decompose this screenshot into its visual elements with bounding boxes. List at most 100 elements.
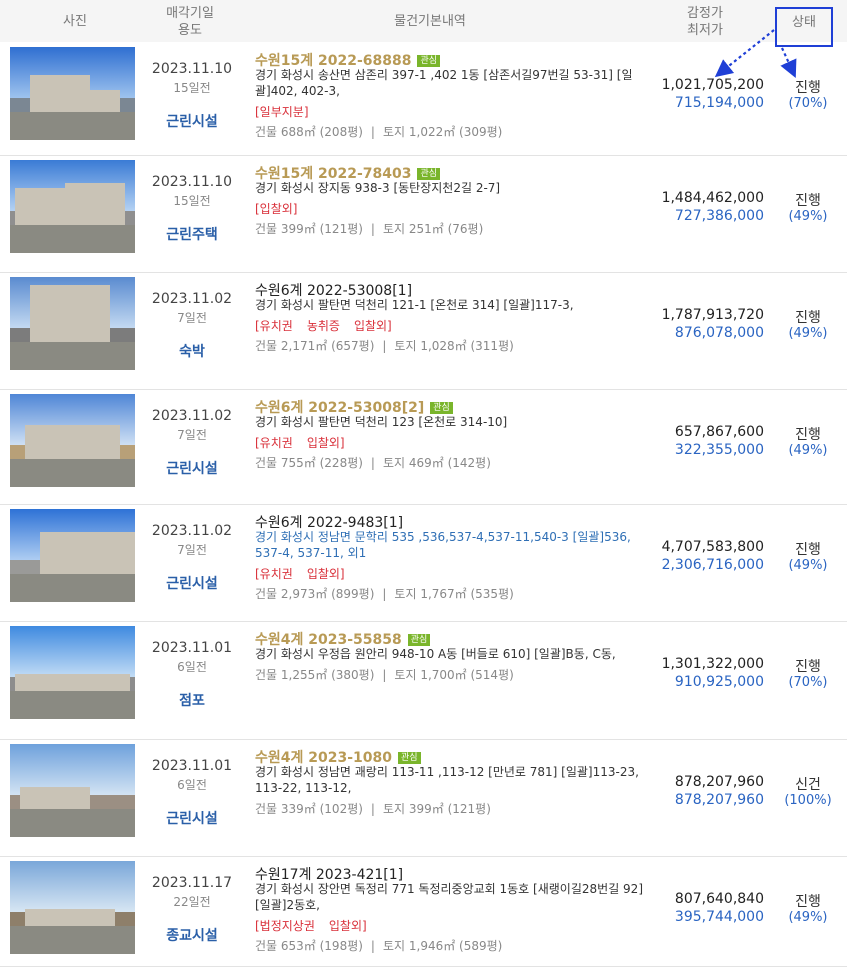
auction-date: 2023.11.02 [151,291,233,307]
land-area: 토지 1,946㎡ (589평) [382,939,503,953]
appraisal-price: 657,867,600 [674,424,764,440]
days-ago: 22일전 [173,895,211,909]
minimum-bid: 878,207,960 [674,792,764,808]
special-conditions: [유치권 입찰외] [255,565,359,582]
land-area: 토지 399㎡ (121평) [382,802,491,816]
table-row[interactable]: 2023.11.02 7일전 근린시설 수원6계 2022-9483[1] 경기… [0,505,847,622]
building-area: 건물 1,255㎡ (380평) [255,668,375,682]
table-row[interactable]: 2023.11.02 7일전 근린시설 수원6계 2022-53008[2] 관심… [0,390,847,505]
property-address: 경기 화성시 팔탄면 덕천리 123 [온천로 314-10] [255,415,508,429]
status-text: 진행 [795,542,821,558]
area-info: 건물 339㎡ (102평) | 토지 399㎡ (121평) [255,802,491,816]
bid-rate: (70%) [788,96,828,111]
bid-rate: (49%) [788,558,828,573]
flag-text: [법정지상권 [255,919,315,933]
interest-badge[interactable]: 관심 [430,402,453,414]
property-address: 경기 화성시 우정읍 원안리 948-10 A동 [버들로 610] [일괄]B… [255,647,616,661]
special-conditions: [유치권 농취증 입찰외] [255,317,406,334]
minimum-bid: 910,925,000 [674,674,764,690]
bid-rate: (100%) [784,793,832,808]
area-info: 건물 1,255㎡ (380평) | 토지 1,700㎡ (514평) [255,668,514,682]
special-conditions: [법정지상권 입찰외] [255,917,381,934]
minimum-bid: 2,306,716,000 [661,557,764,573]
flag-text: 입찰외] [306,567,345,581]
header-appraisal: 감정가 [687,6,723,21]
days-ago: 7일전 [177,311,207,325]
usage-type: 근린시설 [166,114,218,130]
interest-badge[interactable]: 관심 [398,752,421,764]
status-text: 진행 [795,427,821,443]
bid-rate: (49%) [788,326,828,341]
property-address: 경기 화성시 팔탄면 덕천리 121-1 [온천로 314] [일괄]117-3… [255,298,574,312]
table-row[interactable]: 2023.11.10 15일전 근린주택 수원15계 2022-78403 관심 … [0,156,847,273]
auction-date: 2023.11.17 [151,875,233,891]
interest-badge[interactable]: 관심 [417,55,441,67]
appraisal-price: 1,301,322,000 [661,656,764,672]
appraisal-price: 1,484,462,000 [661,190,764,206]
auction-date: 2023.11.01 [151,758,233,774]
building-area: 건물 755㎡ (228평) [255,456,363,470]
property-address: 경기 화성시 정남면 괘랑리 113-11 ,113-12 [만년로 781] … [255,765,639,795]
minimum-bid: 322,355,000 [674,442,764,458]
header-minbid: 최저가 [687,23,723,38]
usage-type: 종교시설 [166,928,218,944]
land-area: 토지 1,700㎡ (514평) [394,668,514,682]
days-ago: 15일전 [173,81,211,95]
property-address: 경기 화성시 송산면 삼존리 397-1 ,402 1동 [삼존서길97번길 5… [255,68,633,98]
building-area: 건물 688㎡ (208평) [255,125,363,139]
days-ago: 15일전 [173,194,211,208]
header-photo: 사진 [63,14,87,29]
flag-text: 입찰외] [353,319,392,333]
status-text: 신건 [795,777,821,793]
status-text: 진행 [795,193,821,209]
minimum-bid: 876,078,000 [674,325,764,341]
auction-date: 2023.11.02 [151,523,233,539]
flag-text: [유치권 [255,319,293,333]
days-ago: 6일전 [177,660,207,674]
auction-date: 2023.11.01 [151,640,233,656]
bid-rate: (49%) [788,209,828,224]
bid-rate: (49%) [788,910,828,925]
property-photo[interactable] [10,626,135,719]
special-conditions: [일부지분] [255,103,323,120]
usage-type: 근린시설 [166,811,218,827]
status-text: 진행 [795,80,821,96]
table-row[interactable]: 2023.11.01 6일전 점포 수원4계 2023-55858 관심 경기 화… [0,622,847,740]
property-photo[interactable] [10,47,135,140]
flag-text: [유치권 [255,567,293,581]
usage-type: 점포 [179,693,205,709]
land-area: 토지 1,767㎡ (535평) [394,587,514,601]
interest-badge[interactable]: 관심 [417,168,441,180]
table-row[interactable]: 2023.11.17 22일전 종교시설 수원17계 2023-421[1] 경… [0,857,847,967]
header-status: 상태 [792,15,816,30]
interest-badge[interactable]: 관심 [407,634,431,646]
usage-type: 근린시설 [166,576,218,592]
auction-date: 2023.11.02 [151,408,233,424]
status-text: 진행 [795,659,821,675]
header-status-highlight[interactable]: 상태 [775,7,833,47]
property-photo[interactable] [10,394,135,487]
property-address: 경기 화성시 장안면 독정리 771 독정리중앙교회 1동호 [새랭이길28번길… [255,882,643,912]
table-row[interactable]: 2023.11.02 7일전 숙박 수원6계 2022-53008[1] 경기 … [0,273,847,390]
property-photo[interactable] [10,509,135,602]
special-conditions: [유치권 입찰외] [255,434,359,451]
minimum-bid: 727,386,000 [674,208,764,224]
table-header: 사진 매각기일 용도 물건기본내역 감정가 최저가 상태 [0,0,847,47]
minimum-bid: 395,744,000 [674,909,764,925]
appraisal-price: 1,787,913,720 [661,307,764,323]
property-photo[interactable] [10,277,135,370]
appraisal-price: 807,640,840 [674,891,764,907]
auction-date: 2023.11.10 [151,61,233,77]
bid-rate: (70%) [788,675,828,690]
building-area: 건물 399㎡ (121평) [255,222,363,236]
property-photo[interactable] [10,744,135,837]
special-conditions: [입찰외] [255,200,311,217]
table-row[interactable]: 2023.11.01 6일전 근린시설 수원4계 2023-1080 관심 경기 … [0,740,847,857]
usage-type: 근린주택 [166,227,218,243]
appraisal-price: 4,707,583,800 [661,539,764,555]
property-photo[interactable] [10,160,135,253]
property-photo[interactable] [10,861,135,954]
header-usage: 용도 [178,23,202,38]
land-area: 토지 1,028㎡ (311평) [394,339,514,353]
table-row[interactable]: 2023.11.10 15일전 근린시설 수원15계 2022-68888 관심 … [0,43,847,156]
